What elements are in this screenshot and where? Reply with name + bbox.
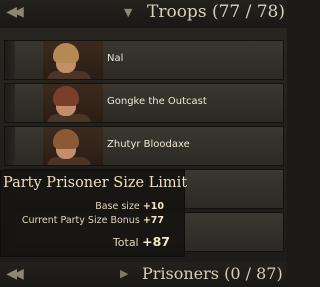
prisoners-title: Prisoners (0 / 87): [142, 264, 283, 283]
troop-row[interactable]: Gongke the Outcast: [4, 83, 284, 123]
base-size-value: +10: [142, 201, 164, 212]
troop-portrait: [43, 84, 103, 122]
total-value: +87: [142, 234, 170, 249]
prisoners-section-header[interactable]: ◀◀ ▶ Prisoners (0 / 87): [0, 262, 287, 287]
troop-name: Nal: [107, 53, 124, 64]
party-size-bonus-line: Current Party Size Bonus +77: [22, 215, 164, 226]
base-size-label: Base size: [95, 201, 140, 212]
triangle-right-icon[interactable]: ▶: [120, 267, 128, 280]
total-line: Total +87: [113, 234, 170, 249]
row-handle[interactable]: [5, 127, 15, 165]
troop-name: Zhutyr Bloodaxe: [107, 139, 190, 150]
row-handle[interactable]: [5, 41, 15, 79]
tooltip-title: Party Prisoner Size Limit: [3, 175, 188, 191]
double-chevron-left-icon[interactable]: ◀◀: [2, 2, 24, 22]
prisoner-limit-tooltip: Party Prisoner Size Limit Base size +10 …: [0, 170, 188, 257]
party-size-bonus-label: Current Party Size Bonus: [21, 215, 140, 226]
triangle-down-icon[interactable]: ▼: [124, 6, 132, 19]
party-size-bonus-value: +77: [142, 215, 164, 226]
row-handle[interactable]: [5, 84, 15, 122]
troop-row[interactable]: Nal: [4, 40, 284, 80]
base-size-line: Base size +10: [95, 201, 164, 212]
troops-section-header[interactable]: ◀◀ ▼ Troops (77 / 78): [0, 0, 287, 28]
troop-row[interactable]: Zhutyr Bloodaxe: [4, 126, 284, 166]
party-screen-panel: ◀◀ ▼ Troops (77 / 78) Nal Gongke the Out…: [0, 0, 287, 287]
troop-name: Gongke the Outcast: [107, 96, 207, 107]
troops-title: Troops (77 / 78): [147, 2, 286, 22]
double-chevron-left-icon[interactable]: ◀◀: [2, 264, 24, 284]
total-label: Total: [112, 236, 139, 249]
troop-portrait: [43, 41, 103, 79]
troop-portrait: [43, 127, 103, 165]
